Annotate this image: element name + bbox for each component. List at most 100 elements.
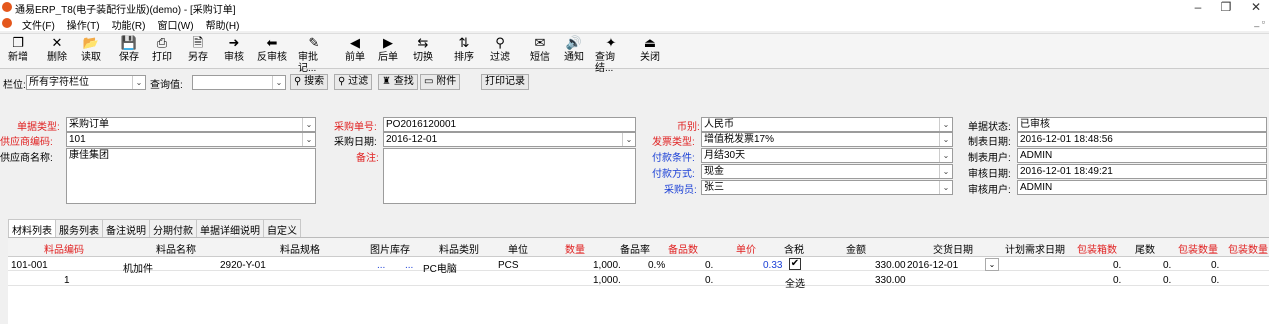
col-qty[interactable]: 数量 [565,241,585,256]
notify-icon: 🔊 [565,35,583,50]
cell-delivery-date[interactable]: 2016-12-01 [907,260,958,271]
tab-remarks[interactable]: 备注说明 [102,219,150,239]
cell-pack-qty[interactable]: 0. [1211,260,1219,271]
col-item-spec[interactable]: 料品规格 [280,241,320,256]
col-item-code[interactable]: 料品编码 [44,241,84,256]
tab-custom[interactable]: 自定义 [263,219,301,239]
cell-remainder[interactable]: 0. [1163,260,1171,271]
toolbar-button-open-folder[interactable]: 📂 读取 [75,34,107,68]
menu-operation[interactable]: 操作(T) [67,17,100,32]
doc-type-select[interactable]: 采购订单 ⌄ [66,117,316,132]
supplier-name-field[interactable]: 康佳集团 [66,148,316,204]
cell-amount[interactable]: 330.00 [875,260,906,271]
chevron-down-icon[interactable]: ⌄ [985,258,999,271]
col-spare-rate[interactable]: 备品率 [620,241,650,256]
invoice-type-select[interactable]: 增值税发票17% ⌄ [701,132,953,147]
col-amount[interactable]: 金额 [846,241,866,256]
buyer-select[interactable]: 张三 ⌄ [701,180,953,195]
cell-spare-qty[interactable]: 0. [705,260,713,271]
toolbar-button-label: 查询结... [595,52,615,74]
col-unit[interactable]: 单位 [508,241,528,256]
col-pack-qty-2[interactable]: 包装数量 [1228,241,1268,256]
chevron-down-icon: ⌄ [132,76,145,89]
tab-material-list[interactable]: 材料列表 [8,219,56,239]
col-tax-included[interactable]: 含税 [784,241,804,256]
tab-doc-details[interactable]: 单据详细说明 [196,219,264,239]
col-stock[interactable]: 库存 [390,241,410,256]
col-delivery-date[interactable]: 交货日期 [933,241,973,256]
col-price[interactable]: 单价 [736,241,756,256]
col-remainder[interactable]: 尾数 [1135,241,1155,256]
tab-service-list[interactable]: 服务列表 [55,219,103,239]
table-row[interactable]: 101-001 机加件 2920-Y-01 ... ... PC电脑 PCS 1… [8,257,1269,275]
toolbar-button-sort[interactable]: ⇅ 排序 [448,34,480,68]
minimize-icon[interactable]: – [1188,0,1208,14]
creator-label: 制表用户: [968,153,1011,164]
find-button[interactable]: ♜ 查找 [378,74,418,90]
menu-file[interactable]: 文件(F) [22,17,55,32]
tab-installments[interactable]: 分期付款 [149,219,197,239]
menu-window[interactable]: 窗口(W) [157,17,193,32]
pay-method-select[interactable]: 现金 ⌄ [701,164,953,179]
cell-box-count[interactable]: 0. [1113,260,1121,271]
po-date-field[interactable]: 2016-12-01 ⌄ [383,132,636,147]
print-log-button[interactable]: 打印记录 [481,74,529,90]
pay-terms-select[interactable]: 月结30天 ⌄ [701,148,953,163]
search-button[interactable]: ⚲ 搜索 [290,74,329,90]
toolbar-button-filter[interactable]: ⚲ 过滤 [484,34,516,68]
toolbar-button-print[interactable]: ⎙ 打印 [146,34,178,68]
cell-unit[interactable]: PCS [498,260,519,271]
toolbar-button-save-as[interactable]: 🗎 另存 [182,34,214,68]
cell-qty[interactable]: 1,000. [593,260,621,271]
supplier-code-select[interactable]: 101 ⌄ [66,132,316,147]
cell-item-spec[interactable]: 2920-Y-01 [220,260,266,271]
po-number-field[interactable]: PO2016120001 [383,117,636,132]
query-input[interactable]: ⌄ [192,75,286,90]
col-plan-date[interactable]: 计划需求日期 [1005,241,1065,256]
remark-field[interactable] [383,148,636,204]
col-item-name[interactable]: 料品名称 [156,241,196,256]
currency-select[interactable]: 人民币 ⌄ [701,117,953,132]
field-select[interactable]: 所有字符栏位 ⌄ [26,75,146,90]
currency-value: 人民币 [704,119,734,130]
cell-price[interactable]: 0.33 [763,260,782,271]
col-category[interactable]: 料品类别 [439,241,479,256]
print-icon: ⎙ [156,35,168,50]
creator-field: ADMIN [1017,148,1267,163]
col-spare-qty[interactable]: 备品数 [668,241,698,256]
toolbar-button-new[interactable]: ❐ 新增 [2,34,34,68]
toolbar-button-sms[interactable]: ✉ 短信 [524,34,556,68]
stock-ellipsis-button[interactable]: ... [405,260,413,271]
toolbar-button-switch[interactable]: ⇆ 切换 [407,34,439,68]
toolbar-button-approval-log[interactable]: ✎ 审批记... [298,34,330,74]
toolbar-button-unapprove[interactable]: ⬅ 反审核 [256,34,288,68]
toolbar-button-next[interactable]: ▶ 后单 [372,34,404,68]
mdi-controls[interactable]: _ ▫ [1254,17,1265,27]
close-icon[interactable]: ✕ [1246,0,1266,14]
filter-button[interactable]: ⚲ 过滤 [334,74,373,90]
toolbar-button-delete[interactable]: ✕ 删除 [41,34,73,68]
col-box-count[interactable]: 包装箱数 [1077,241,1117,256]
picture-ellipsis-button[interactable]: ... [377,260,385,271]
maximize-icon[interactable]: ❐ [1216,0,1236,14]
cell-spare-rate[interactable]: 0.% [648,260,665,271]
select-all-link[interactable]: 全选 [785,275,805,290]
unapprove-icon: ⬅ [266,35,278,50]
attachment-button[interactable]: ▭ 附件 [420,74,461,90]
toolbar-button-label: 前单 [345,52,365,63]
toolbar-button-query-result[interactable]: ✦ 查询结... [595,34,627,74]
cell-item-code[interactable]: 101-001 [11,260,48,271]
toolbar-button-label: 后单 [378,52,398,63]
toolbar-button-save[interactable]: 💾 保存 [113,34,145,68]
col-picture[interactable]: 图片 [370,241,390,256]
col-pack-qty[interactable]: 包装数量 [1178,241,1218,256]
toolbar-button-close-door[interactable]: ⏏ 关闭 [634,34,666,68]
menu-function[interactable]: 功能(R) [112,17,146,32]
app-logo-icon [2,2,12,12]
menu-help[interactable]: 帮助(H) [206,17,240,32]
approver-label: 审核用户: [968,185,1011,196]
toolbar-button-prev[interactable]: ◀ 前单 [339,34,371,68]
toolbar-button-approve[interactable]: ➜ 审核 [218,34,250,68]
tax-included-checkbox[interactable]: ✔ [789,258,801,270]
toolbar-button-notify[interactable]: 🔊 通知 [558,34,590,68]
